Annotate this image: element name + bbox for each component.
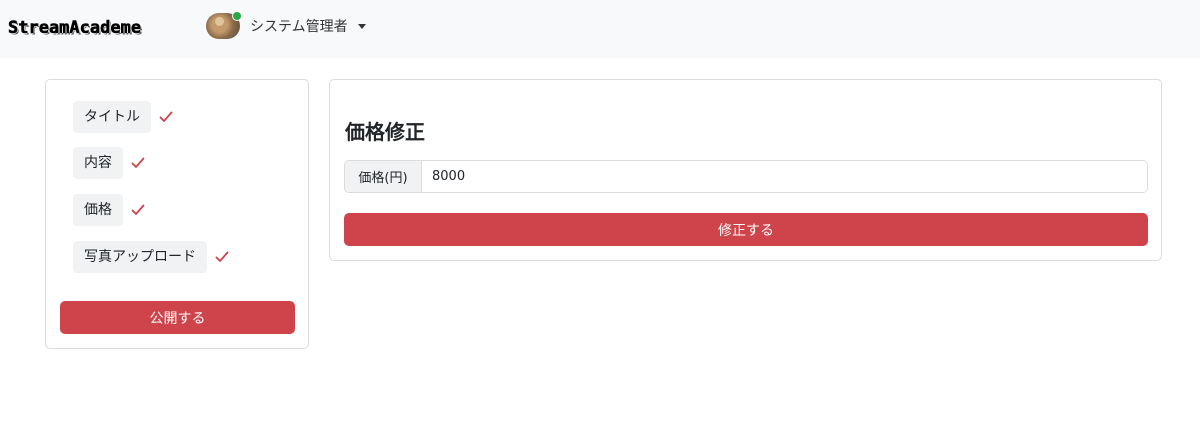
step-photo-upload: 写真アップロード bbox=[73, 241, 229, 273]
checkmark-icon bbox=[215, 250, 229, 264]
step-price: 価格 bbox=[73, 194, 145, 226]
step-label[interactable]: タイトル bbox=[73, 101, 151, 133]
dog-avatar-icon bbox=[215, 17, 224, 26]
user-name[interactable]: システム管理者 bbox=[250, 16, 348, 36]
chevron-down-icon[interactable] bbox=[357, 23, 366, 29]
avatar[interactable] bbox=[206, 11, 242, 39]
price-edit-card: 価格修正 価格(円) 修正する bbox=[329, 79, 1162, 261]
step-label[interactable]: 内容 bbox=[73, 147, 123, 179]
checkmark-icon bbox=[131, 203, 145, 217]
publish-button[interactable]: 公開する bbox=[60, 301, 295, 334]
checkmark-icon bbox=[131, 156, 145, 170]
step-label[interactable]: 価格 bbox=[73, 194, 123, 226]
update-button[interactable]: 修正する bbox=[344, 213, 1148, 246]
user-menu[interactable]: システム管理者 bbox=[206, 11, 366, 40]
price-input[interactable] bbox=[422, 161, 1147, 192]
price-input-group: 価格(円) bbox=[344, 160, 1148, 193]
checkmark-icon bbox=[159, 110, 173, 124]
price-field-label: 価格(円) bbox=[345, 161, 422, 192]
page-title: 価格修正 bbox=[345, 120, 425, 144]
navbar: StreamAcademe システム管理者 bbox=[0, 0, 1200, 58]
online-status-dot bbox=[232, 11, 242, 21]
step-title: タイトル bbox=[73, 101, 173, 133]
step-label[interactable]: 写真アップロード bbox=[73, 241, 207, 273]
step-content: 内容 bbox=[73, 147, 145, 179]
steps-card: タイトル 内容 価格 写真アップロード 公開する bbox=[45, 79, 309, 349]
brand-logo[interactable]: StreamAcademe bbox=[8, 18, 142, 39]
